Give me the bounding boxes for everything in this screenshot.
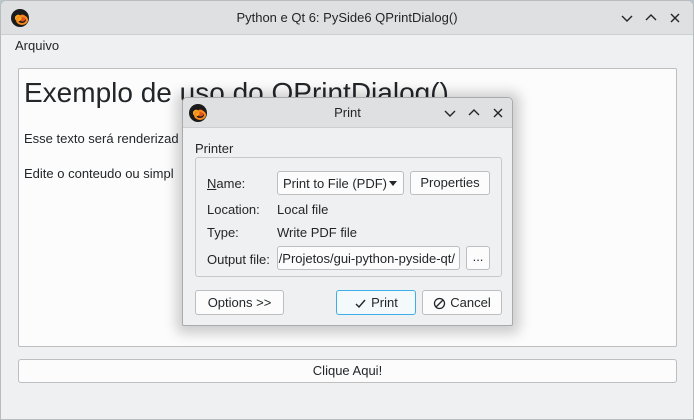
close-icon bbox=[493, 108, 503, 118]
name-label: Name: bbox=[207, 176, 245, 191]
dialog-minimize-button[interactable] bbox=[441, 104, 459, 122]
minimize-button[interactable] bbox=[618, 9, 636, 27]
print-dialog-title: Print bbox=[334, 105, 361, 120]
location-value: Local file bbox=[277, 202, 329, 217]
menu-arquivo[interactable]: Arquivo bbox=[15, 38, 59, 53]
print-button[interactable]: Print bbox=[336, 290, 416, 315]
printer-select-value: Print to File (PDF) bbox=[283, 176, 388, 191]
name-label-rest: ame: bbox=[216, 176, 246, 191]
name-label-mnemonic: N bbox=[207, 176, 217, 191]
printer-group: Name: Print to File (PDF) Properties Loc… bbox=[195, 157, 502, 277]
chevron-down-icon bbox=[444, 110, 456, 117]
click-here-button[interactable]: Clique Aqui! bbox=[18, 359, 677, 383]
browse-button[interactable]: ... bbox=[466, 246, 490, 270]
options-button-label: Options >> bbox=[207, 295, 272, 310]
type-value: Write PDF file bbox=[277, 225, 357, 240]
close-icon bbox=[670, 13, 680, 23]
editor-paragraph-2: Edite o conteudo ou simpl bbox=[24, 166, 174, 181]
close-button[interactable] bbox=[666, 9, 684, 27]
menubar: Arquivo bbox=[1, 35, 693, 55]
cancel-button-label: Cancel bbox=[450, 295, 491, 310]
output-file-input[interactable]: :/Projetos/gui-python-pyside-qt/ bbox=[277, 246, 460, 270]
printer-group-label: Printer bbox=[195, 141, 234, 156]
dialog-maximize-button[interactable] bbox=[465, 104, 483, 122]
cancel-button[interactable]: Cancel bbox=[422, 290, 502, 315]
chevron-up-icon bbox=[468, 109, 480, 116]
editor-paragraph-1: Esse texto será renderizad bbox=[24, 131, 179, 146]
check-icon bbox=[355, 299, 366, 309]
maximize-button[interactable] bbox=[642, 9, 660, 27]
dropdown-arrow-icon bbox=[389, 181, 397, 186]
chevron-down-icon bbox=[621, 15, 633, 22]
location-label: Location: bbox=[207, 202, 260, 217]
cancel-circle-icon bbox=[434, 297, 446, 310]
printer-select[interactable]: Print to File (PDF) bbox=[277, 171, 404, 195]
print-dialog-titlebar: Print bbox=[183, 98, 512, 128]
main-titlebar: Python e Qt 6: PySide6 QPrintDialog() bbox=[1, 1, 693, 35]
window-bottom bbox=[1, 398, 693, 419]
dialog-close-button[interactable] bbox=[489, 104, 507, 122]
type-label: Type: bbox=[207, 225, 239, 240]
print-button-label: Print bbox=[371, 295, 398, 310]
properties-button[interactable]: Properties bbox=[410, 171, 490, 195]
chevron-up-icon bbox=[645, 14, 657, 21]
output-file-value: :/Projetos/gui-python-pyside-qt/ bbox=[277, 251, 455, 266]
options-button[interactable]: Options >> bbox=[195, 290, 284, 315]
output-file-label: Output file: bbox=[207, 252, 270, 267]
print-dialog: Print Printer Name: Print to File (PDF) … bbox=[182, 97, 513, 326]
properties-button-label: Properties bbox=[420, 175, 480, 190]
window-title: Python e Qt 6: PySide6 QPrintDialog() bbox=[236, 10, 458, 25]
